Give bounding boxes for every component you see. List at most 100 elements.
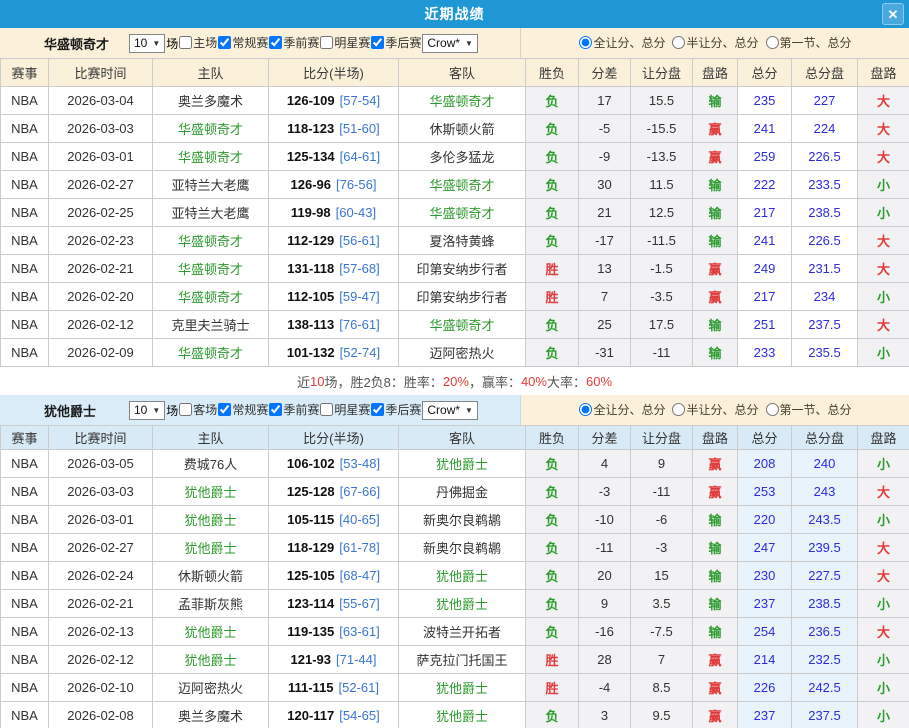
table-header-cell: 胜负 xyxy=(526,426,579,450)
away-team-cell: 华盛顿奇才 xyxy=(399,199,526,227)
score-value: 106-102 xyxy=(287,456,335,471)
handicap-result-cell: 赢 xyxy=(693,450,738,478)
date-cell-text: 2026-03-01 xyxy=(67,512,134,527)
stat-mode-radio-label: 半让分、总分 xyxy=(686,401,758,418)
away-team-cell: 华盛顿奇才 xyxy=(399,311,526,339)
odds-company-select[interactable]: Crow* ▼ xyxy=(422,34,478,53)
stat-mode-radio-item[interactable]: 第一节、总分 xyxy=(765,401,852,418)
section-filters: 犹他爵士 10 ▼ 场 客场常规赛季前赛明星赛季后赛 Crow* ▼ xyxy=(0,395,521,425)
stat-mode-radio-item[interactable]: 全让分、总分 xyxy=(578,34,665,51)
away-team-cell: 犹他爵士 xyxy=(399,702,526,728)
win-loss-cell: 负 xyxy=(526,87,579,115)
handicap-result-cell: 输 xyxy=(693,87,738,115)
win-loss-cell-text: 负 xyxy=(545,234,558,249)
games-count-select[interactable]: 10 ▼ xyxy=(129,401,165,420)
stat-mode-radio[interactable] xyxy=(672,36,685,49)
half-score-value: [56-61] xyxy=(339,233,379,248)
over-under-cell: 大 xyxy=(858,143,909,171)
table-header-cell: 客队 xyxy=(399,59,526,87)
summary-text: 60% xyxy=(586,374,612,389)
total-points-cell: 222 xyxy=(738,171,792,199)
filter-checkbox[interactable] xyxy=(371,403,384,416)
over-under-cell: 小 xyxy=(858,646,909,674)
handicap-line-cell: 9 xyxy=(631,450,693,478)
summary-text: 场，胜2负8：胜率： xyxy=(324,372,442,391)
date-cell-text: 2026-03-05 xyxy=(67,456,134,471)
score-cell: 125-105[68-47] xyxy=(269,562,399,590)
home-team-cell: 华盛顿奇才 xyxy=(153,255,269,283)
total-points-cell-text: 254 xyxy=(754,624,776,639)
filter-checkbox[interactable] xyxy=(269,36,282,49)
filter-checkbox[interactable] xyxy=(320,403,333,416)
summary-line: 近 10 场，胜2负8：胜率：20%，赢率：40% 大率：60% xyxy=(0,367,909,395)
caret-down-icon: ▼ xyxy=(465,39,473,48)
stat-mode-radio[interactable] xyxy=(766,403,779,416)
stat-mode-radio[interactable] xyxy=(766,36,779,49)
odds-company-select[interactable]: Crow* ▼ xyxy=(422,401,478,420)
league-cell-text: NBA xyxy=(11,233,38,248)
team-name-label: 犹他爵士 xyxy=(44,401,128,420)
over-under-cell-text: 大 xyxy=(877,262,890,277)
over-under-cell-text: 小 xyxy=(877,290,890,305)
over-under-cell: 大 xyxy=(858,87,909,115)
filter-checkbox-item[interactable]: 明星赛 xyxy=(319,401,370,418)
stat-mode-radio-item[interactable]: 全让分、总分 xyxy=(578,401,665,418)
filter-checkbox[interactable] xyxy=(320,36,333,49)
total-points-cell-text: 237 xyxy=(754,708,776,723)
point-diff-cell: -16 xyxy=(579,618,631,646)
close-button[interactable]: ✕ xyxy=(882,3,904,25)
league-cell: NBA xyxy=(1,562,49,590)
caret-down-icon: ▼ xyxy=(152,39,160,48)
total-points-cell-text: 249 xyxy=(754,261,776,276)
filter-checkbox[interactable] xyxy=(179,36,192,49)
league-cell: NBA xyxy=(1,450,49,478)
handicap-line-cell-text: -11.5 xyxy=(647,233,676,248)
filter-checkbox[interactable] xyxy=(218,403,231,416)
point-diff-cell: 20 xyxy=(579,562,631,590)
score-cell: 126-96[76-56] xyxy=(269,171,399,199)
stat-mode-radio-item[interactable]: 第一节、总分 xyxy=(765,34,852,51)
filter-checkbox-item[interactable]: 主场 xyxy=(178,34,217,51)
filter-checkbox-item[interactable]: 季前赛 xyxy=(268,34,319,51)
filter-checkbox-item[interactable]: 常规赛 xyxy=(217,34,268,51)
win-loss-cell-text: 负 xyxy=(545,569,558,584)
half-score-value: [71-44] xyxy=(336,652,376,667)
handicap-line-cell: 17.5 xyxy=(631,311,693,339)
total-points-cell: 208 xyxy=(738,450,792,478)
date-cell: 2026-03-01 xyxy=(49,143,153,171)
games-count-select[interactable]: 10 ▼ xyxy=(129,34,165,53)
stat-mode-radio[interactable] xyxy=(579,403,592,416)
handicap-result-cell-text: 输 xyxy=(708,346,721,361)
filter-checkbox[interactable] xyxy=(269,403,282,416)
filter-checkbox-item[interactable]: 季前赛 xyxy=(268,401,319,418)
filter-checkbox-item[interactable]: 客场 xyxy=(178,401,217,418)
filter-checkbox[interactable] xyxy=(179,403,192,416)
score-value: 120-117 xyxy=(287,708,334,723)
win-loss-cell: 胜 xyxy=(526,283,579,311)
win-loss-cell-text: 负 xyxy=(545,206,558,221)
stat-mode-radio-item[interactable]: 半让分、总分 xyxy=(671,34,758,51)
handicap-result-cell-text: 输 xyxy=(708,178,721,193)
stat-mode-radio[interactable] xyxy=(579,36,592,49)
point-diff-cell: 21 xyxy=(579,199,631,227)
away-team-cell: 多伦多猛龙 xyxy=(399,143,526,171)
filter-checkbox-item[interactable]: 常规赛 xyxy=(217,401,268,418)
over-under-cell: 大 xyxy=(858,562,909,590)
stat-mode-radio-item[interactable]: 半让分、总分 xyxy=(671,401,758,418)
filter-checkbox[interactable] xyxy=(218,36,231,49)
filter-checkbox[interactable] xyxy=(371,36,384,49)
filter-checkbox-item[interactable]: 明星赛 xyxy=(319,34,370,51)
filter-checkbox-item[interactable]: 季后赛 xyxy=(370,401,421,418)
stat-mode-radio[interactable] xyxy=(672,403,685,416)
filter-checkbox-item[interactable]: 季后赛 xyxy=(370,34,421,51)
total-points-cell: 237 xyxy=(738,590,792,618)
total-points-cell-text: 233 xyxy=(754,345,776,360)
point-diff-cell-text: 13 xyxy=(597,261,611,276)
score-value: 138-113 xyxy=(287,317,334,332)
results-table: 赛事比赛时间主队比分(半场)客队胜负分差让分盘盘路总分总分盘盘路 NBA2026… xyxy=(0,58,909,367)
half-score-value: [63-61] xyxy=(339,624,379,639)
home-team-cell-text: 犹他爵士 xyxy=(184,485,236,500)
over-under-cell-text: 大 xyxy=(877,485,890,500)
win-loss-cell-text: 负 xyxy=(545,513,558,528)
win-loss-cell: 胜 xyxy=(526,255,579,283)
